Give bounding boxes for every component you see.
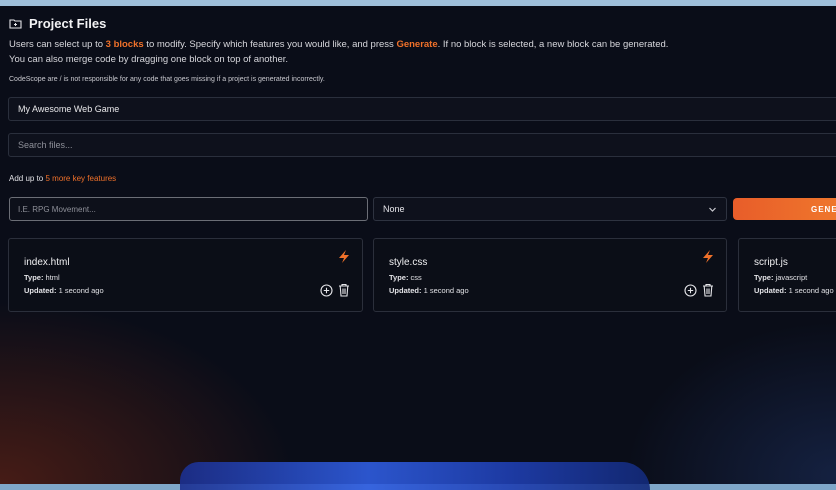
select-value: None (383, 204, 405, 214)
generate-highlight: Generate (396, 39, 438, 50)
feature-input[interactable] (9, 197, 368, 221)
instructions-line-2: You can also merge code by dragging one … (9, 54, 289, 65)
file-type: Type: css (389, 273, 422, 282)
instructions-text: . If no block is selected, a new block c… (437, 39, 669, 50)
file-updated: Updated: 1 second ago (24, 286, 104, 295)
trash-icon[interactable] (338, 283, 350, 297)
codescope-logo-icon (339, 250, 349, 263)
file-card-index-html[interactable]: index.html Type: html Updated: 1 second … (8, 238, 363, 312)
file-card-style-css[interactable]: style.css Type: css Updated: 1 second ag… (373, 238, 727, 312)
file-updated-value: 1 second ago (58, 286, 104, 295)
file-type-value: javascript (775, 273, 808, 282)
add-circle-icon[interactable] (320, 284, 333, 297)
add-features-prefix: Add up to (9, 174, 46, 183)
folder-icon (9, 19, 22, 29)
file-type-label: Type: (389, 273, 409, 282)
desktop-wallpaper (180, 462, 650, 490)
generate-button[interactable]: GENE (733, 198, 836, 220)
instructions-text: to modify. Specify which features you wo… (143, 39, 397, 50)
file-type: Type: javascript (754, 273, 807, 282)
search-files-input[interactable] (8, 133, 836, 157)
file-updated-label: Updated: (389, 286, 422, 295)
file-name: style.css (389, 257, 428, 268)
file-updated-label: Updated: (754, 286, 787, 295)
file-updated: Updated: 1 second ago (389, 286, 469, 295)
file-name: script.js (754, 257, 788, 268)
panel-header: Project Files (9, 16, 106, 31)
page-title: Project Files (29, 16, 107, 31)
file-updated: Updated: 1 second ago (754, 286, 834, 295)
codescope-logo-icon (703, 250, 713, 263)
add-circle-icon[interactable] (684, 284, 697, 297)
file-name: index.html (24, 257, 70, 268)
file-updated-value: 1 second ago (788, 286, 834, 295)
file-type-label: Type: (24, 273, 44, 282)
features-count: 5 more key features (45, 174, 117, 183)
file-type-value: css (410, 273, 422, 282)
file-updated-value: 1 second ago (423, 286, 469, 295)
file-type-value: html (45, 273, 60, 282)
instructions-line-1: Users can select up to 3 blocks to modif… (9, 39, 668, 50)
add-features-label: Add up to 5 more key features (9, 174, 116, 183)
instructions-text: Users can select up to (9, 39, 106, 50)
project-name-input[interactable] (8, 97, 836, 121)
feature-select[interactable]: None (373, 197, 727, 221)
file-type: Type: html (24, 273, 60, 282)
file-updated-label: Updated: (24, 286, 57, 295)
disclaimer-note: CodeScope are / is not responsible for a… (9, 76, 325, 83)
trash-icon[interactable] (702, 283, 714, 297)
chevron-down-icon (709, 207, 716, 212)
project-files-panel: Project Files Users can select up to 3 b… (0, 6, 836, 490)
blocks-highlight: 3 blocks (105, 39, 144, 50)
file-type-label: Type: (754, 273, 774, 282)
file-card-script-js[interactable]: script.js Type: javascript Updated: 1 se… (738, 238, 836, 312)
